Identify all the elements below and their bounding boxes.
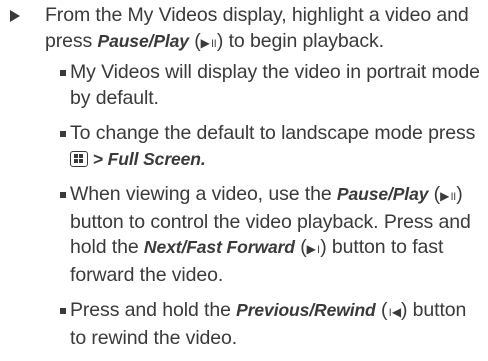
next-icon: ▶। (306, 242, 321, 256)
bullet-text-part: ( (428, 183, 441, 205)
bullet-text: My Videos will display the video in port… (70, 61, 480, 109)
step-arrow-icon (10, 10, 20, 22)
bullet-dot (60, 70, 66, 76)
bullet-text-part: To change the default to landscape mode … (70, 122, 476, 144)
pause-play-label: Pause/Play (97, 31, 190, 51)
full-screen-label: > Full Screen. (88, 148, 206, 169)
pause-play-icon: ▶॥ (200, 36, 217, 50)
step-text-part: ) to begin playback. (216, 30, 384, 52)
menu-key-icon (70, 150, 88, 167)
pause-play-label: Pause/Play (336, 184, 429, 204)
bullet-text-part: ( (294, 236, 307, 258)
pause-play-icon: ▶॥ (440, 189, 457, 203)
bullet-dot (60, 131, 66, 137)
previous-icon: ।◀ (387, 305, 401, 319)
previous-rewind-label: Previous/Rewind (236, 300, 376, 320)
bullet-dot (60, 192, 66, 198)
bullet-text-part: When viewing a video, use the (70, 183, 337, 205)
manual-page: From the My Videos display, highlight a … (0, 0, 488, 349)
bullet-text-part: Press and hold the (70, 299, 237, 321)
bullet-list: My Videos will display the video in port… (60, 60, 480, 361)
bullet-item: My Videos will display the video in port… (60, 60, 480, 111)
bullet-item: Press and hold the Previous/Rewind (।◀) … (60, 298, 480, 351)
bullet-text: Press and hold the Previous/Rewind (।◀) … (60, 298, 480, 351)
bullet-text: To change the default to landscape mode … (60, 121, 480, 172)
bullet-item: To change the default to landscape mode … (60, 121, 480, 172)
bullet-dot (60, 308, 66, 314)
bullet-text-part: ( (375, 299, 388, 321)
step-text-part: ( (188, 30, 201, 52)
next-fast-forward-label: Next/Fast Forward (143, 237, 295, 257)
bullet-text: When viewing a video, use the Pause/Play… (60, 182, 480, 288)
bullet-item: When viewing a video, use the Pause/Play… (60, 182, 480, 288)
step-text: From the My Videos display, highlight a … (45, 2, 475, 56)
